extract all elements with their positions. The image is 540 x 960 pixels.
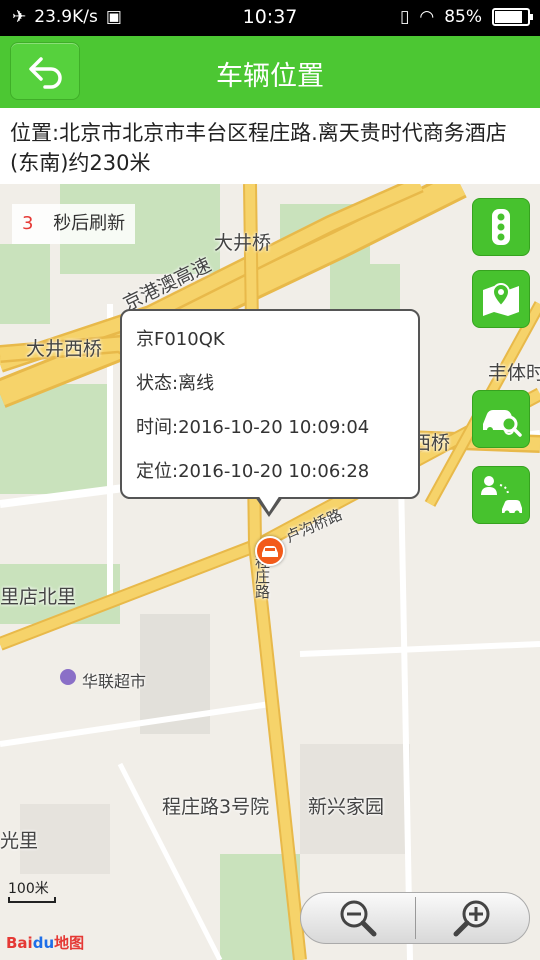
car-icon bbox=[262, 546, 278, 557]
map-label-lidian: 里店北里 bbox=[0, 586, 77, 608]
refresh-countdown: 3 秒后刷新 bbox=[12, 204, 136, 244]
map-label-dajingqiao: 大井桥 bbox=[214, 232, 272, 254]
page-title: 车辆位置 bbox=[216, 61, 324, 92]
wifi-icon: ◠ bbox=[419, 7, 435, 27]
car-search-icon bbox=[483, 410, 522, 437]
map-scale-label: 100米 bbox=[8, 881, 49, 897]
traffic-light-icon bbox=[492, 209, 510, 245]
vehicle-marker[interactable] bbox=[255, 536, 285, 566]
logo-du: du bbox=[32, 934, 55, 952]
vehicle-time: 时间:2016-10-20 10:09:04 bbox=[136, 417, 370, 438]
vehicle-status: 状态:离线 bbox=[136, 373, 215, 394]
map-label-hualian: 华联超市 bbox=[82, 672, 147, 691]
logo-bai: Bai bbox=[6, 934, 33, 952]
map-label-guangli: 光里 bbox=[0, 830, 39, 852]
zoom-in-icon bbox=[453, 900, 490, 937]
map-view[interactable]: 大井桥 京港澳高速 大井西桥 丰体时 西桥 卢沟桥路 程庄路 里店北里 华联超市… bbox=[0, 184, 540, 960]
battery-icon bbox=[492, 8, 533, 26]
address-text: 位置:北京市北京市丰台区程庄路.离天贵时代商务酒店(东南)约230米 bbox=[0, 108, 540, 184]
baidu-map-logo: Baidu地图 bbox=[6, 932, 84, 953]
vehicle-info-popup: 京F010QK 状态:离线 时间:2016-10-20 10:09:04 定位:… bbox=[120, 309, 420, 499]
popup-tail-inner bbox=[258, 495, 280, 512]
zoom-control bbox=[300, 892, 530, 944]
map-label-chengzhuang3: 程庄路3号院 bbox=[162, 796, 270, 818]
map-label-dajingxiqiao: 大井西桥 bbox=[26, 338, 103, 360]
map-label-fengti: 丰体时 bbox=[488, 362, 540, 384]
title-bar: 车辆位置 bbox=[0, 36, 540, 108]
vehicle-plate: 京F010QK bbox=[136, 329, 225, 350]
zoom-out-button[interactable] bbox=[301, 893, 415, 943]
map-label-xinxing: 新兴家园 bbox=[308, 796, 385, 818]
refresh-label: 秒后刷新 bbox=[53, 213, 126, 234]
vibrate-icon: ▯ bbox=[400, 7, 410, 27]
search-car-button[interactable] bbox=[472, 390, 530, 448]
battery-fill bbox=[495, 11, 523, 23]
map-type-button[interactable] bbox=[472, 270, 530, 328]
traffic-button[interactable] bbox=[472, 198, 530, 256]
battery-percent: 85% bbox=[444, 7, 482, 27]
person-car-icon bbox=[481, 476, 522, 516]
logo-ditu: 地图 bbox=[54, 934, 85, 952]
map-pin-icon bbox=[483, 282, 519, 316]
zoom-in-button[interactable] bbox=[416, 893, 530, 943]
status-bar: ✈ 23.9K/s ▣ 10:37 ▯ ◠ 85% bbox=[0, 0, 540, 36]
map-scale-bar bbox=[8, 897, 56, 903]
supermarket-icon bbox=[60, 669, 76, 685]
zoom-out-icon bbox=[340, 900, 377, 937]
refresh-number: 3 bbox=[22, 213, 34, 234]
person-car-button[interactable] bbox=[472, 466, 530, 524]
